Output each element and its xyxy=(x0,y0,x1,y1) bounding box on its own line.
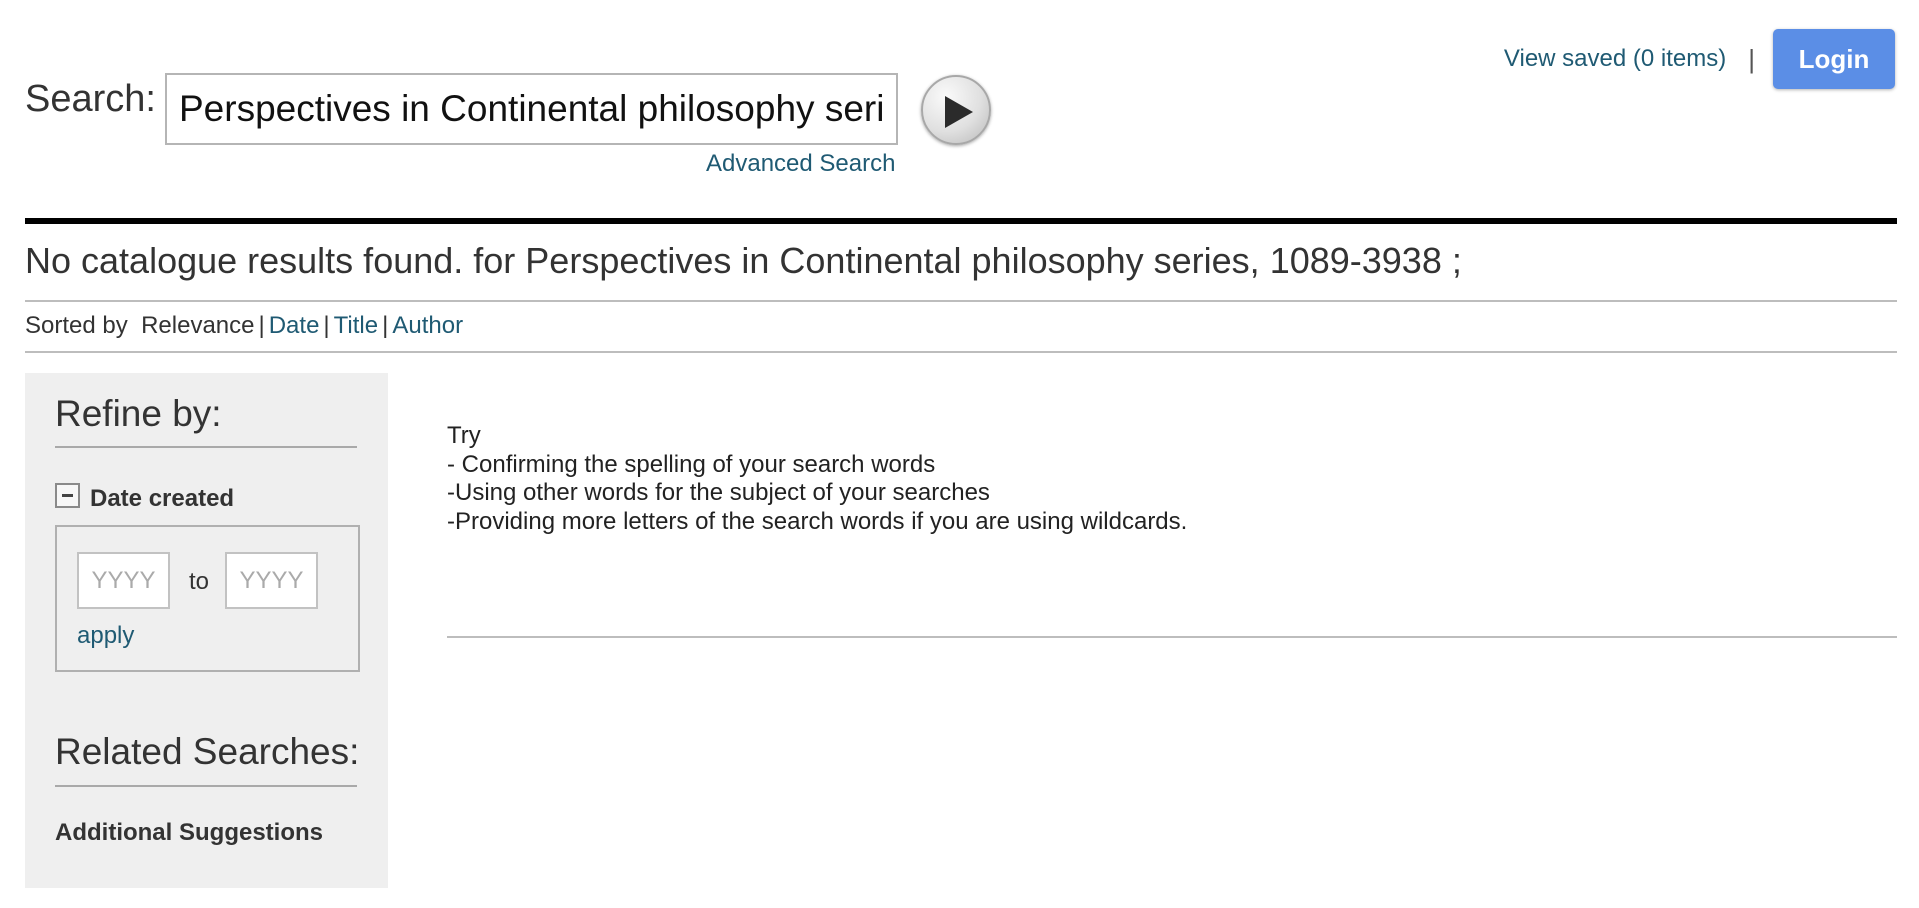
sort-separator: | xyxy=(323,312,330,339)
date-range-filter: to apply xyxy=(55,525,360,672)
sort-separator: | xyxy=(382,312,389,339)
sort-option-date[interactable]: Date xyxy=(269,312,320,339)
sort-option-author[interactable]: Author xyxy=(392,312,463,339)
tip-line: -Using other words for the subject of yo… xyxy=(447,479,990,506)
sort-bar: Sorted by Relevance | Date | Title | Author xyxy=(25,312,463,340)
header-actions: View saved (0 items) | Login xyxy=(1504,29,1895,89)
refine-sidebar: Refine by: Date created to apply Related… xyxy=(25,373,388,888)
divider xyxy=(25,351,1897,353)
results-heading: No catalogue results found. for Perspect… xyxy=(25,240,1462,281)
view-saved-link[interactable]: View saved (0 items) xyxy=(1504,45,1726,73)
tip-line: - Confirming the spelling of your search… xyxy=(447,450,936,478)
search-input[interactable] xyxy=(165,73,898,145)
sort-prefix: Sorted by xyxy=(25,312,128,339)
header-separator: | xyxy=(1748,43,1755,74)
sort-option-title[interactable]: Title xyxy=(334,312,378,339)
date-to-label: to xyxy=(189,568,210,595)
play-arrow-icon xyxy=(945,96,973,128)
advanced-search-link[interactable]: Advanced Search xyxy=(706,150,895,178)
search-submit-button[interactable] xyxy=(921,75,991,145)
login-button[interactable]: Login xyxy=(1773,29,1895,89)
apply-date-link[interactable]: apply xyxy=(77,622,134,650)
divider xyxy=(55,446,357,448)
collapse-icon[interactable] xyxy=(55,483,80,508)
date-from-input[interactable] xyxy=(77,552,170,609)
divider xyxy=(55,785,357,787)
tips-intro: Try xyxy=(447,422,481,449)
sort-current: Relevance xyxy=(141,312,255,339)
date-to-input[interactable] xyxy=(225,552,318,609)
search-tips: Try - Confirming the spelling of your se… xyxy=(447,422,1187,536)
header-divider xyxy=(25,218,1897,224)
tip-line: -Providing more letters of the search wo… xyxy=(447,507,1188,535)
refine-heading: Refine by: xyxy=(55,393,222,434)
sort-separator: | xyxy=(258,312,265,339)
related-searches-heading: Related Searches: xyxy=(55,731,360,772)
divider xyxy=(25,300,1897,302)
facet-date-created-label: Date created xyxy=(90,485,235,512)
divider xyxy=(447,636,1897,638)
search-label: Search: xyxy=(25,78,156,120)
additional-suggestions-label: Additional Suggestions xyxy=(55,819,323,846)
